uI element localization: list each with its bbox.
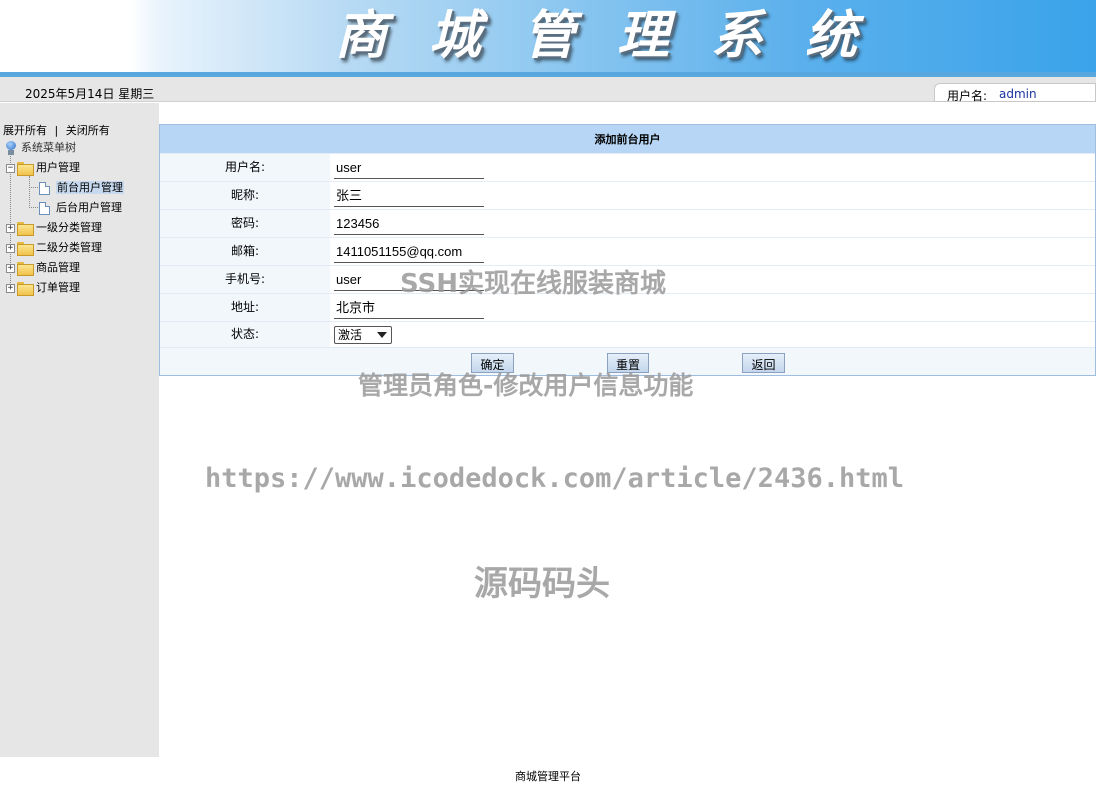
- status-select[interactable]: 激活: [334, 326, 392, 344]
- expand-toggle-icon[interactable]: +: [6, 283, 15, 293]
- form-row-nickname: 昵称: 张三: [160, 181, 1095, 209]
- username-input[interactable]: user: [334, 159, 484, 179]
- field-cell: 1411051155@qq.com: [330, 238, 1095, 265]
- tree-item-user-management[interactable]: − 用户管理: [6, 160, 80, 178]
- page-icon: [39, 181, 50, 195]
- tree-line: [29, 207, 38, 208]
- tree-item-category-level2[interactable]: + 二级分类管理: [6, 240, 102, 258]
- info-bar: 2025年5月14日 星期三 用户名: admin: [0, 77, 1096, 103]
- tree-item-order-management[interactable]: + 订单管理: [6, 280, 80, 298]
- tree-line: [29, 187, 38, 188]
- field-cell: user: [330, 154, 1095, 181]
- folder-icon: [17, 242, 34, 256]
- expand-toggle-icon[interactable]: +: [6, 223, 15, 233]
- field-cell: 123456: [330, 210, 1095, 237]
- expand-toggle-icon[interactable]: +: [6, 263, 15, 273]
- watermark-url: https://www.icodedock.com/article/2436.h…: [205, 463, 904, 494]
- field-label: 手机号:: [160, 266, 330, 293]
- field-label: 地址:: [160, 294, 330, 321]
- sidebar: 展开所有 | 关闭所有 系统菜单树 − 用户管理 前台用户管理 后台用户管理 + 一…: [0, 103, 159, 757]
- tree-item-label: 商品管理: [36, 261, 80, 274]
- field-label: 用户名:: [160, 154, 330, 181]
- field-label: 密码:: [160, 210, 330, 237]
- form-row-username: 用户名: user: [160, 153, 1095, 181]
- tree-item-label: 订单管理: [36, 281, 80, 294]
- expand-toggle-icon[interactable]: +: [6, 243, 15, 253]
- header-banner: 商城管理系统: [0, 0, 1096, 74]
- field-label: 昵称:: [160, 182, 330, 209]
- form-row-status: 状态: 激活: [160, 321, 1095, 347]
- footer-text: 商城管理平台: [515, 770, 581, 783]
- app-title: 商城管理系统: [335, 5, 900, 66]
- system-menu-icon: [5, 141, 17, 155]
- expand-all-link[interactable]: 展开所有: [3, 124, 47, 137]
- form-row-password: 密码: 123456: [160, 209, 1095, 237]
- user-info-box: 用户名: admin: [934, 83, 1096, 103]
- tree-line: [29, 176, 30, 208]
- collapse-all-link[interactable]: 关闭所有: [66, 124, 110, 137]
- watermark-subtitle: 管理员角色-修改用户信息功能: [358, 371, 694, 400]
- user-form: 添加前台用户 用户名: user 昵称: 张三 密码: 123456 邮箱: 1…: [159, 124, 1096, 376]
- password-input[interactable]: 123456: [334, 215, 484, 235]
- collapse-toggle-icon[interactable]: −: [6, 163, 15, 173]
- folder-icon: [17, 222, 34, 236]
- tree-root-label: 系统菜单树: [21, 141, 76, 154]
- folder-icon: [17, 282, 34, 296]
- tree-item-label: 一级分类管理: [36, 221, 102, 234]
- field-cell: 张三: [330, 182, 1095, 209]
- tree-item-label: 前台用户管理: [56, 181, 124, 194]
- watermark-title: SSH实现在线服装商城: [400, 269, 667, 299]
- nickname-input[interactable]: 张三: [334, 187, 484, 207]
- form-title: 添加前台用户: [160, 125, 1095, 153]
- email-input[interactable]: 1411051155@qq.com: [334, 243, 484, 263]
- user-label: 用户名:: [947, 89, 988, 103]
- address-input[interactable]: 北京市: [334, 299, 484, 319]
- status-selected-value: 激活: [338, 328, 363, 342]
- tree-item-category-level1[interactable]: + 一级分类管理: [6, 220, 102, 238]
- tree-item-label: 后台用户管理: [56, 201, 122, 214]
- current-date: 2025年5月14日 星期三: [25, 87, 155, 101]
- toggle-separator: |: [54, 124, 59, 137]
- folder-icon: [17, 262, 34, 276]
- tree-item-label: 用户管理: [36, 161, 80, 174]
- tree-item-frontend-users[interactable]: 前台用户管理: [39, 180, 124, 198]
- tree-root[interactable]: 系统菜单树: [5, 140, 76, 158]
- form-row-email: 邮箱: 1411051155@qq.com: [160, 237, 1095, 265]
- tree-item-backend-users[interactable]: 后台用户管理: [39, 200, 122, 218]
- field-label: 邮箱:: [160, 238, 330, 265]
- page-icon: [39, 201, 50, 215]
- tree-item-label: 二级分类管理: [36, 241, 102, 254]
- tree-item-product-management[interactable]: + 商品管理: [6, 260, 80, 278]
- tree-toggle-bar: 展开所有 | 关闭所有: [3, 122, 110, 138]
- chevron-down-icon: [377, 332, 387, 338]
- watermark-brand: 源码码头: [474, 564, 610, 604]
- folder-open-icon: [17, 162, 34, 176]
- field-cell: 激活: [330, 322, 1095, 347]
- username-value: admin: [999, 87, 1037, 101]
- back-button[interactable]: 返回: [742, 353, 785, 373]
- field-label: 状态:: [160, 322, 330, 347]
